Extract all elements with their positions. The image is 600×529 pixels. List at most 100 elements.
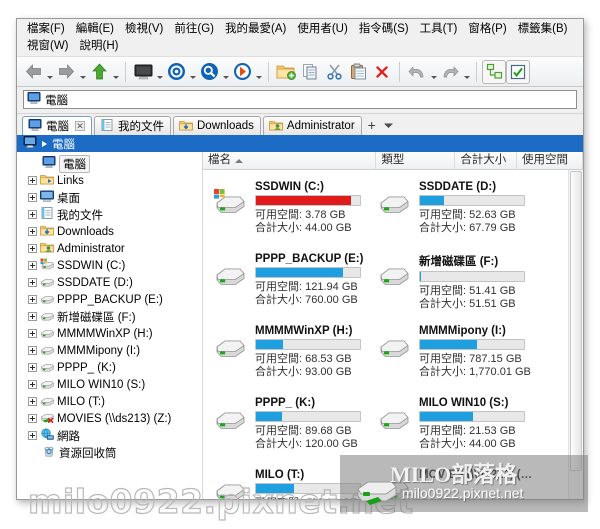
tree-item-10[interactable]: MMMMWinXP (H:) <box>20 325 202 342</box>
tree-item-6[interactable]: SSDWIN (C:) <box>20 257 202 274</box>
expand-plus-icon[interactable] <box>28 329 37 338</box>
tree-item-3[interactable]: 我的文件 <box>20 206 202 223</box>
redo-button[interactable] <box>438 60 462 84</box>
column-header-label: 類型 <box>381 154 405 166</box>
menu-item-10[interactable]: 標籤集(B) <box>516 21 577 38</box>
tab-label: Administrator <box>286 120 355 132</box>
drive-tile[interactable]: PPPP_ (K:) 可用空間: 89.68 GB 合計大小: 120.00 GB <box>209 394 373 466</box>
target-button[interactable] <box>164 60 188 84</box>
search-caret[interactable] <box>221 60 230 84</box>
address-bar[interactable]: 電腦 <box>23 90 577 109</box>
new-tab-button[interactable]: + <box>364 117 381 135</box>
tab-1[interactable]: 電腦 ✕ <box>22 116 92 135</box>
expand-plus-icon[interactable] <box>28 363 37 372</box>
drive-tile[interactable]: MOVIES (\\ds213) (Z:) <box>373 466 537 499</box>
column-header-3[interactable]: 合計大小 <box>455 151 518 170</box>
expand-plus-icon[interactable] <box>28 312 37 321</box>
menu-item-3[interactable]: 檢視(V) <box>123 21 172 38</box>
menu-item-11[interactable]: 視窗(W) <box>25 38 78 55</box>
forward-button[interactable] <box>54 60 78 84</box>
cut-button[interactable] <box>322 60 346 84</box>
up-history-caret[interactable] <box>111 60 120 84</box>
menu-item-7[interactable]: 指令碼(S) <box>357 21 418 38</box>
tree-item-11[interactable]: MMMMipony (I:) <box>20 342 202 359</box>
drive-tile[interactable]: MMMMipony (I:) 可用空間: 787.15 GB 合計大小: 1,770… <box>373 322 537 394</box>
expand-plus-icon[interactable] <box>28 397 37 406</box>
undo-button[interactable] <box>405 60 429 84</box>
new-folder-button[interactable] <box>274 60 298 84</box>
tree-item-4[interactable]: Downloads <box>20 223 202 240</box>
back-button[interactable] <box>21 60 45 84</box>
expand-plus-icon[interactable] <box>28 278 37 287</box>
drive-tile[interactable]: MILO WIN10 (S:) 可用空間: 21.53 GB 合計大小: 44.00… <box>373 394 537 466</box>
delete-button[interactable] <box>370 60 394 84</box>
tree-item-15[interactable]: MOVIES (\\ds213) (Z:) <box>20 410 202 427</box>
expand-plus-icon[interactable] <box>28 346 37 355</box>
menu-item-9[interactable]: 窗格(P) <box>466 21 515 38</box>
menu-item-1[interactable]: 檔案(F) <box>25 21 74 38</box>
tree-item-17[interactable]: 資源回收筒 <box>20 444 202 461</box>
menu-item-2[interactable]: 編輯(E) <box>74 21 123 38</box>
breadcrumb[interactable]: 電腦 <box>17 135 583 152</box>
tree-item-8[interactable]: PPPP_BACKUP (E:) <box>20 291 202 308</box>
expand-plus-icon[interactable] <box>28 244 37 253</box>
target-caret[interactable] <box>188 60 197 84</box>
column-header-2[interactable]: 類型 <box>376 151 456 170</box>
computer-button[interactable] <box>131 60 155 84</box>
expand-plus-icon[interactable] <box>28 193 37 202</box>
tree-item-13[interactable]: MILO WIN10 (S:) <box>20 376 202 393</box>
redo-caret[interactable] <box>462 60 471 84</box>
go-button[interactable] <box>230 60 254 84</box>
drive-tile[interactable]: 新增磁碟區 (F:) 可用空間: 51.41 GB 合計大小: 51.51 GB <box>373 250 537 322</box>
menu-item-8[interactable]: 工具(T) <box>418 21 467 38</box>
list-scrollbar[interactable] <box>568 170 583 499</box>
expand-plus-icon[interactable] <box>28 176 37 185</box>
expand-plus-icon[interactable] <box>28 227 37 236</box>
tree-item-7[interactable]: SSDDATE (D:) <box>20 274 202 291</box>
close-icon[interactable]: ✕ <box>75 121 85 131</box>
drive-tile[interactable]: MILO (T:) 可用空間: 906.06 GB <box>209 466 373 499</box>
undo-caret[interactable] <box>429 60 438 84</box>
select-checkbox-button[interactable] <box>506 59 530 84</box>
drive-tile[interactable]: SSDDATE (D:) 可用空間: 52.63 GB 合計大小: 67.79 GB <box>373 178 537 250</box>
search-button[interactable] <box>197 60 221 84</box>
drive-tile[interactable]: PPPP_BACKUP (E:) 可用空間: 121.94 GB 合計大小: 760… <box>209 250 373 322</box>
menu-item-5[interactable]: 我的最愛(A) <box>223 21 295 38</box>
expand-plus-icon[interactable] <box>28 380 37 389</box>
tree-item-5[interactable]: Administrator <box>20 240 202 257</box>
copy-button[interactable] <box>298 60 322 84</box>
drive-tile[interactable]: SSDWIN (C:) 可用空間: 3.78 GB 合計大小: 44.00 GB <box>209 178 373 250</box>
expand-plus-icon[interactable] <box>28 295 37 304</box>
windows-drive-icon <box>213 188 247 218</box>
tab-2[interactable]: 我的文件 <box>94 116 171 135</box>
tree-item-9[interactable]: 新增磁碟區 (F:) <box>20 308 202 325</box>
expand-plus-icon[interactable] <box>28 414 37 423</box>
up-button[interactable] <box>87 60 111 84</box>
tab-4[interactable]: Administrator <box>262 116 362 135</box>
tree-item-2[interactable]: 桌面 <box>20 189 202 206</box>
go-caret[interactable] <box>254 60 263 84</box>
scrollbar-thumb[interactable] <box>570 171 582 471</box>
menu-item-6[interactable]: 使用者(U) <box>295 21 356 38</box>
menu-item-12[interactable]: 說明(H) <box>78 38 128 55</box>
tree-item-root[interactable]: 電腦 <box>20 154 202 173</box>
expand-plus-icon[interactable] <box>28 431 37 440</box>
tree-item-16[interactable]: 網路 <box>20 427 202 444</box>
expand-plus-icon[interactable] <box>28 261 37 270</box>
tree-item-12[interactable]: PPPP_ (K:) <box>20 359 202 376</box>
network-map-button[interactable] <box>482 59 506 84</box>
column-header-4[interactable]: 使用空間 <box>517 151 583 170</box>
drive-tile[interactable]: MMMMWinXP (H:) 可用空間: 68.53 GB 合計大小: 93.00 … <box>209 322 373 394</box>
chevron-down-icon[interactable] <box>381 120 398 135</box>
drive-name: MILO WIN10 (S:) <box>419 397 509 409</box>
expand-plus-icon[interactable] <box>28 210 37 219</box>
tab-3[interactable]: Downloads <box>173 116 261 135</box>
menu-item-4[interactable]: 前往(G) <box>172 21 223 38</box>
tree-item-1[interactable]: Links <box>20 172 202 189</box>
forward-history-caret[interactable] <box>78 60 87 84</box>
back-history-caret[interactable] <box>45 60 54 84</box>
column-header-1[interactable]: 檔名 <box>203 151 377 170</box>
paste-button[interactable] <box>346 60 370 84</box>
tree-item-14[interactable]: MILO (T:) <box>20 393 202 410</box>
computer-caret[interactable] <box>155 60 164 84</box>
